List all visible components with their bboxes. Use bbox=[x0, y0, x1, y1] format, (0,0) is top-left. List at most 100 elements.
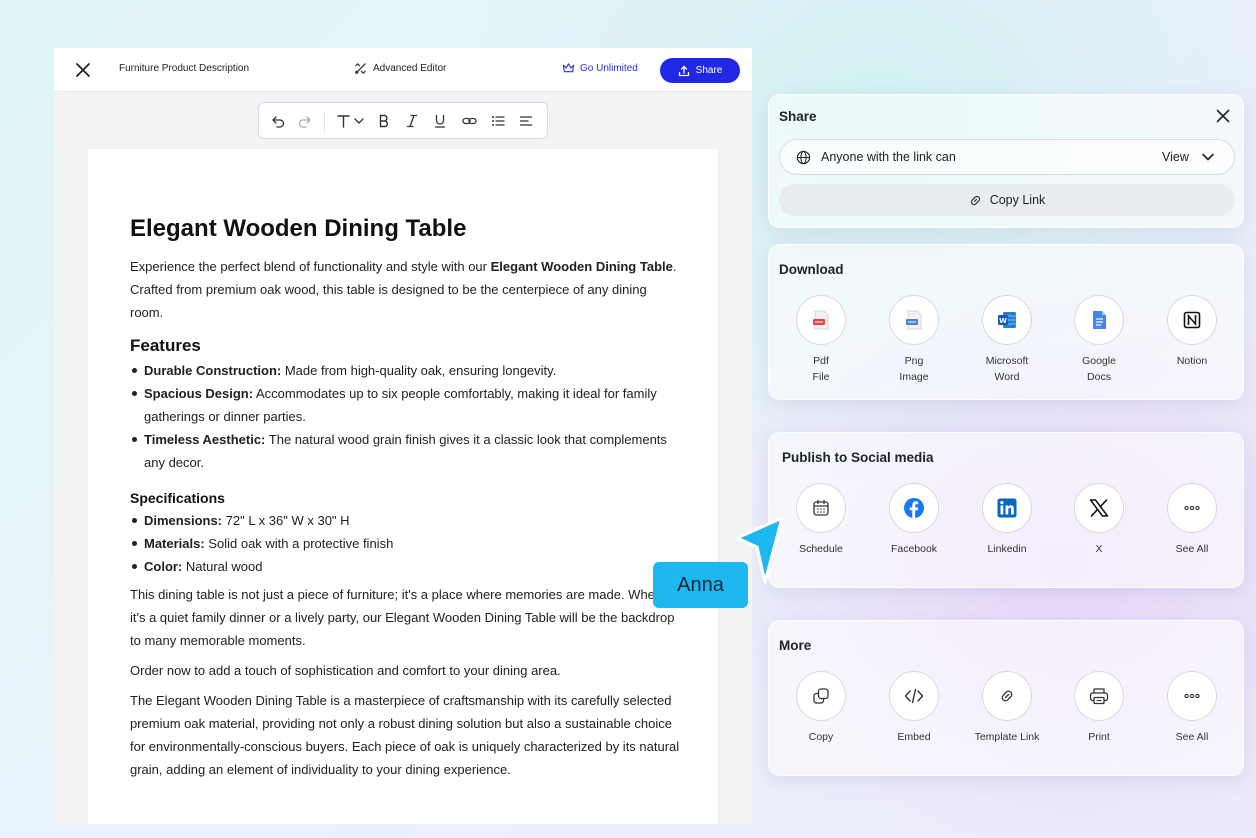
download-google-docs-option[interactable]: Google Docs bbox=[1054, 295, 1144, 385]
notion-icon bbox=[1183, 311, 1201, 329]
undo-icon bbox=[271, 116, 284, 128]
align-left-icon bbox=[519, 116, 533, 126]
link-icon bbox=[461, 117, 477, 125]
close-icon[interactable] bbox=[1215, 108, 1231, 124]
code-icon bbox=[904, 688, 924, 704]
option-circle bbox=[889, 483, 939, 533]
document-content[interactable]: Elegant Wooden Dining Table Experience t… bbox=[130, 213, 680, 788]
download-notion-option[interactable]: Notion bbox=[1147, 295, 1237, 369]
bullet-list-button[interactable] bbox=[489, 112, 507, 130]
redo-icon bbox=[298, 116, 311, 128]
png-image-icon bbox=[906, 310, 922, 330]
option-circle bbox=[796, 483, 846, 533]
advanced-editor-button[interactable]: Advanced Editor bbox=[354, 62, 446, 75]
more-dots-icon bbox=[1184, 693, 1200, 699]
google-docs-icon bbox=[1092, 311, 1106, 329]
more-panel: More Copy Embed Template Link Print See … bbox=[768, 620, 1244, 776]
download-panel: Download Pdf File Png Image W Microsoft … bbox=[768, 244, 1244, 400]
copy-link-button[interactable]: Copy Link bbox=[779, 184, 1235, 216]
download-png-option[interactable]: Png Image bbox=[869, 295, 959, 385]
specifications-heading: Specifications bbox=[130, 490, 225, 506]
x-logo-icon bbox=[1089, 499, 1109, 517]
body-paragraph: The Elegant Wooden Dining Table is a mas… bbox=[130, 693, 680, 777]
document-heading: Elegant Wooden Dining Table bbox=[130, 215, 467, 242]
share-button-label: Share bbox=[695, 65, 723, 76]
format-toolbar bbox=[258, 102, 548, 139]
link-access-label: Anyone with the link can bbox=[821, 150, 956, 164]
option-circle bbox=[796, 671, 846, 721]
undo-button[interactable] bbox=[269, 112, 287, 130]
schedule-option[interactable]: Schedule bbox=[776, 483, 866, 557]
option-circle bbox=[889, 671, 939, 721]
body-paragraph: Order now to add a touch of sophisticati… bbox=[130, 663, 561, 678]
redo-button[interactable] bbox=[295, 112, 313, 130]
microsoft-word-icon: W bbox=[998, 312, 1016, 328]
list-item: Timeless Aesthetic: The natural wood gra… bbox=[130, 428, 680, 474]
template-link-option[interactable]: Template Link bbox=[962, 671, 1052, 745]
option-circle bbox=[1167, 295, 1217, 345]
facebook-option[interactable]: Facebook bbox=[869, 483, 959, 557]
close-icon[interactable] bbox=[74, 61, 92, 79]
option-label: Linkedin bbox=[987, 543, 1027, 555]
chevron-down-icon bbox=[1202, 153, 1214, 161]
option-label: Notion bbox=[1176, 355, 1208, 367]
upload-icon bbox=[678, 65, 689, 76]
bullet-list-icon bbox=[492, 116, 505, 126]
text-size-dropdown[interactable] bbox=[335, 112, 367, 130]
body-paragraph: This dining table is not just a piece of… bbox=[130, 587, 678, 648]
option-circle bbox=[1074, 295, 1124, 345]
list-item: Durable Construction: Made from high-qua… bbox=[130, 359, 680, 382]
editor-window: Furniture Product Description Advanced E… bbox=[54, 48, 752, 824]
list-item: Dimensions: 72" L x 36" W x 30" H bbox=[130, 509, 680, 532]
social-see-all-option[interactable]: See All bbox=[1147, 483, 1237, 557]
document-page[interactable]: Elegant Wooden Dining Table Experience t… bbox=[88, 149, 718, 824]
underline-button[interactable] bbox=[431, 112, 449, 130]
linkedin-option[interactable]: Linkedin bbox=[962, 483, 1052, 557]
crown-icon bbox=[562, 63, 575, 73]
align-left-button[interactable] bbox=[517, 112, 535, 130]
document-title: Furniture Product Description bbox=[119, 63, 250, 74]
italic-button[interactable] bbox=[403, 112, 421, 130]
print-option[interactable]: Print bbox=[1054, 671, 1144, 745]
copy-link-label: Copy Link bbox=[989, 193, 1046, 207]
option-label: Copy bbox=[808, 731, 834, 743]
more-title: More bbox=[779, 638, 812, 653]
link-button[interactable] bbox=[460, 112, 478, 130]
x-option[interactable]: X bbox=[1054, 483, 1144, 557]
more-see-all-option[interactable]: See All bbox=[1147, 671, 1237, 745]
bold-icon bbox=[379, 114, 388, 128]
list-item: Color: Natural wood bbox=[130, 555, 680, 578]
option-label: Google Docs bbox=[1082, 355, 1116, 383]
option-label: Print bbox=[1088, 731, 1110, 743]
option-label: See All bbox=[1175, 543, 1209, 555]
collaborator-name-tag: Anna bbox=[653, 562, 748, 608]
option-label: Facebook bbox=[890, 543, 938, 555]
option-circle bbox=[982, 483, 1032, 533]
option-circle bbox=[982, 671, 1032, 721]
more-dots-icon bbox=[1184, 505, 1200, 511]
copy-option[interactable]: Copy bbox=[776, 671, 866, 745]
download-word-option[interactable]: W Microsoft Word bbox=[962, 295, 1052, 385]
specifications-list: Dimensions: 72" L x 36" W x 30" H Materi… bbox=[130, 509, 680, 578]
option-circle bbox=[796, 295, 846, 345]
link-access-dropdown[interactable]: Anyone with the link can View bbox=[779, 139, 1235, 175]
svg-text:W: W bbox=[999, 317, 1007, 325]
features-heading: Features bbox=[130, 336, 201, 355]
option-circle bbox=[1074, 671, 1124, 721]
option-label: Template Link bbox=[974, 731, 1040, 743]
option-label: Pdf File bbox=[812, 355, 830, 383]
list-item: Spacious Design: Accommodates up to six … bbox=[130, 382, 680, 428]
text-size-icon bbox=[337, 115, 364, 128]
option-label: Schedule bbox=[799, 543, 843, 555]
download-pdf-option[interactable]: Pdf File bbox=[776, 295, 866, 385]
option-label: See All bbox=[1175, 731, 1209, 743]
go-unlimited-button[interactable]: Go Unlimited bbox=[562, 62, 638, 74]
embed-option[interactable]: Embed bbox=[869, 671, 959, 745]
bold-button[interactable] bbox=[375, 112, 393, 130]
option-label: X bbox=[1095, 543, 1103, 555]
advanced-editor-icon bbox=[355, 63, 366, 74]
option-label: Microsoft Word bbox=[985, 355, 1029, 383]
share-button[interactable]: Share bbox=[660, 58, 740, 83]
permission-value: View bbox=[1162, 150, 1189, 164]
option-circle bbox=[1167, 483, 1217, 533]
